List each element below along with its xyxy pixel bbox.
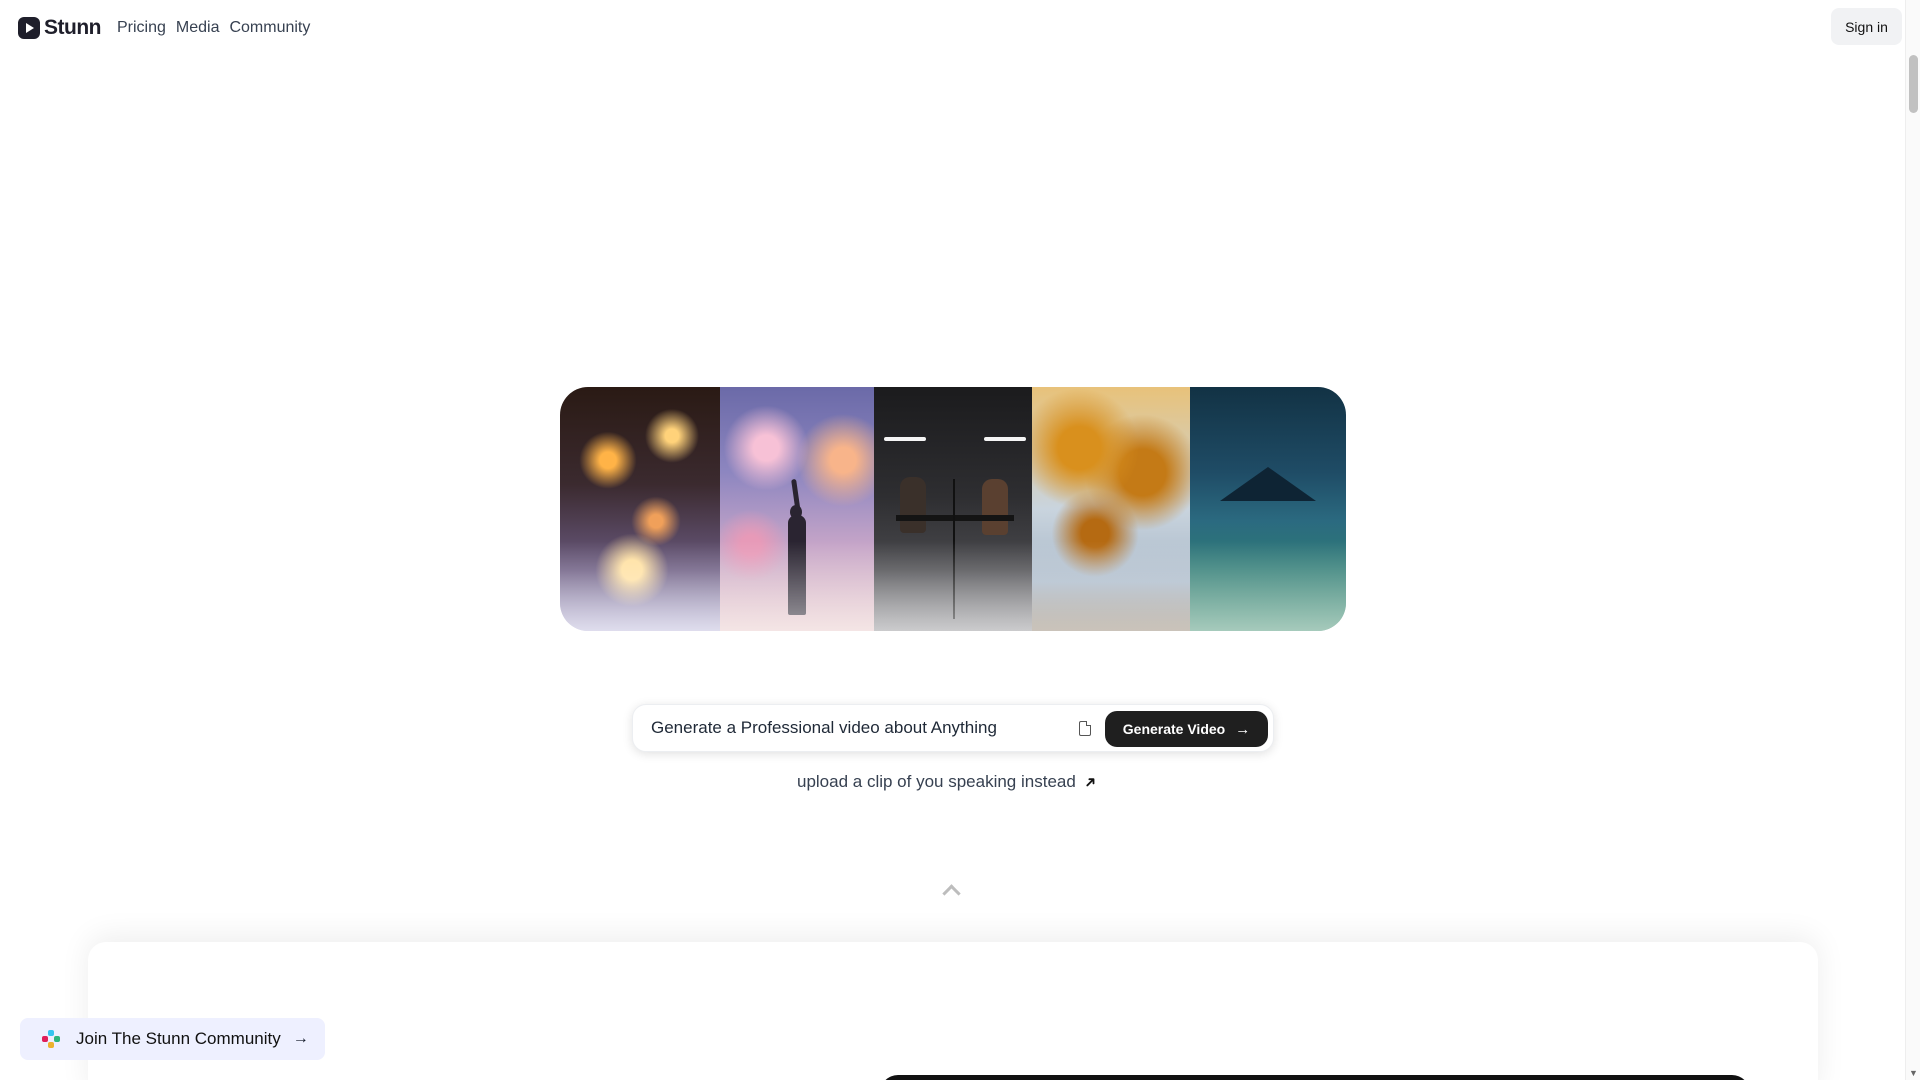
upload-clip-link[interactable]: upload a clip of you speaking instead ➜ <box>797 772 1101 793</box>
hero-image-strip <box>560 387 1346 631</box>
community-label: Join The Stunn Community <box>76 1029 281 1048</box>
top-nav: Stunn Pricing Media Community <box>18 12 320 44</box>
scrollbar-thumb[interactable] <box>1909 55 1918 113</box>
file-upload-icon[interactable] <box>1079 721 1091 736</box>
generate-video-button[interactable]: Generate Video → <box>1105 711 1268 747</box>
generate-video-label: Generate Video <box>1122 721 1226 737</box>
video-preview <box>880 1075 1750 1080</box>
arrow-right-icon: → <box>292 1030 309 1047</box>
nav-link-media[interactable]: Media <box>176 19 220 37</box>
podcast-studio-image <box>874 387 1032 631</box>
nav-link-community[interactable]: Community <box>229 19 310 37</box>
prompt-input[interactable] <box>651 718 1051 738</box>
arrow-up-right-icon: ➜ <box>1079 771 1101 793</box>
scrollbar[interactable]: ▼ <box>1905 0 1920 1080</box>
arrow-right-icon: → <box>1235 720 1251 738</box>
nav-link-pricing[interactable]: Pricing <box>117 19 166 37</box>
scroll-down-icon[interactable]: ▼ <box>1909 1068 1918 1078</box>
page: Stunn Pricing Media Community Sign in Ge… <box>0 0 1920 1080</box>
autumn-tree-image <box>1032 387 1190 631</box>
chevron-up-icon[interactable] <box>941 883 961 897</box>
upload-clip-label: upload a clip of you speaking instead <box>797 772 1076 791</box>
mountain-landscape-image <box>1190 387 1346 631</box>
sign-in-button[interactable]: Sign in <box>1831 8 1902 45</box>
fireworks-image <box>560 387 720 631</box>
slack-icon <box>40 1028 62 1050</box>
prompt-bar: Generate Video → <box>632 704 1274 752</box>
content-card <box>88 942 1818 1080</box>
brand-logo[interactable]: Stunn <box>18 16 101 40</box>
join-community-button[interactable]: Join The Stunn Community → <box>20 1018 325 1060</box>
brand-name: Stunn <box>44 16 101 39</box>
play-icon <box>18 17 40 39</box>
person-fireworks-image <box>720 387 874 631</box>
